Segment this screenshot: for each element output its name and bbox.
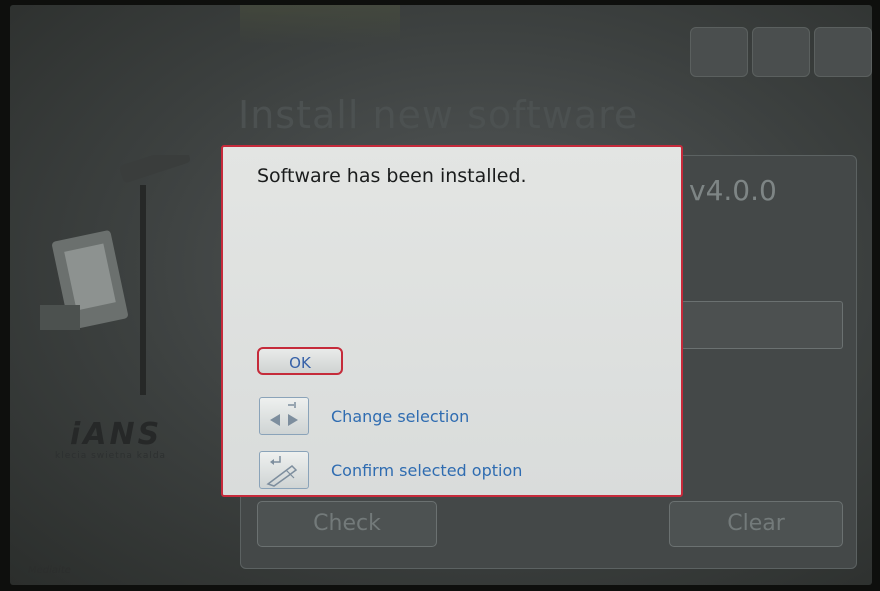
maker-logo: Mediaite (28, 565, 71, 576)
ok-button[interactable]: OK (257, 347, 343, 375)
hint-change-selection-label: Change selection (331, 407, 470, 426)
clear-button[interactable]: Clear (669, 501, 843, 547)
brand-logo: iANS (70, 417, 163, 452)
brand-tagline: klecia swietna kalda (55, 451, 167, 461)
toolbar-button-2[interactable] (752, 27, 810, 77)
top-glow (240, 5, 400, 45)
toolbar-button-1[interactable] (690, 27, 748, 77)
page-title: Install new software (238, 93, 639, 137)
toolbar-button-3[interactable] (814, 27, 872, 77)
background-field (681, 301, 843, 349)
hint-confirm-option-label: Confirm selected option (331, 461, 523, 480)
version-text: v4.0.0 (689, 174, 777, 207)
arrows-tab-icon (259, 397, 309, 435)
dialog-message: Software has been installed. (257, 165, 527, 187)
device-illustration (40, 155, 191, 395)
install-complete-dialog: Software has been installed. OK Change s… (221, 145, 683, 497)
enter-hand-icon (259, 451, 309, 489)
check-button[interactable]: Check (257, 501, 437, 547)
